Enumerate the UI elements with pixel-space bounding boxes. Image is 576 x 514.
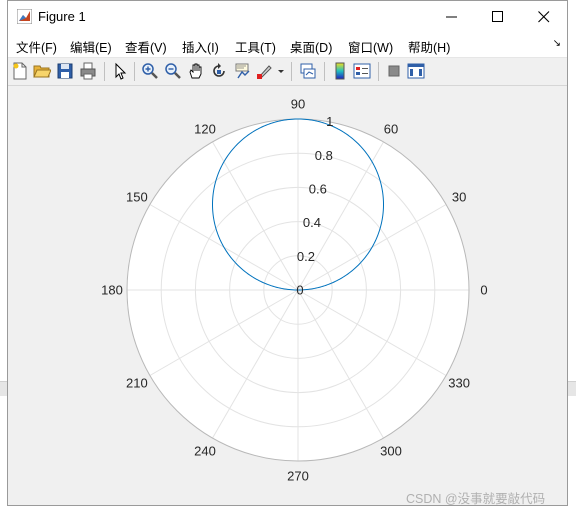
- close-icon: [538, 11, 550, 23]
- dropdown-arrow-icon[interactable]: [276, 62, 286, 80]
- pan-icon[interactable]: [187, 62, 205, 80]
- window-title: Figure 1: [38, 9, 86, 24]
- legend-icon[interactable]: [353, 62, 371, 80]
- save-icon[interactable]: [56, 62, 74, 80]
- theta-tick-label: 60: [384, 121, 398, 136]
- theta-tick-label: 300: [380, 444, 402, 459]
- r-tick-label: 0: [296, 283, 303, 298]
- matlab-logo-icon: [17, 9, 32, 24]
- pointer-icon[interactable]: [111, 62, 129, 80]
- toolbar-separator: [291, 62, 292, 81]
- maximize-icon: [492, 11, 503, 22]
- zoom-out-icon[interactable]: [164, 62, 182, 80]
- theta-tick-label: 210: [126, 376, 148, 391]
- minimize-button[interactable]: [429, 1, 475, 32]
- data-cursor-icon[interactable]: [233, 62, 251, 80]
- hide-plot-tools-icon[interactable]: [385, 62, 403, 80]
- link-plot-icon[interactable]: [299, 62, 317, 80]
- r-tick-label: 0.4: [303, 215, 321, 230]
- menu-bar: 文件(F) 编辑(E) 查看(V) 插入(I) 工具(T) 桌面(D) 窗口(W…: [8, 32, 567, 58]
- maximize-button[interactable]: [475, 1, 521, 32]
- title-bar: Figure 1: [8, 1, 567, 32]
- zoom-in-icon[interactable]: [141, 62, 159, 80]
- toolbar-separator: [104, 62, 105, 81]
- r-tick-label: 0.6: [309, 182, 327, 197]
- theta-tick-label: 120: [194, 121, 216, 136]
- menu-desktop[interactable]: 桌面(D): [290, 37, 332, 56]
- r-tick-label: 0.2: [297, 249, 315, 264]
- theta-tick-label: 0: [480, 283, 487, 298]
- menu-insert[interactable]: 插入(I): [182, 37, 219, 56]
- menu-tools[interactable]: 工具(T): [235, 37, 276, 56]
- colorbar-icon[interactable]: [331, 62, 349, 80]
- r-tick-label: 0.8: [315, 148, 333, 163]
- watermark-text: CSDN @没事就要敲代码: [406, 492, 546, 506]
- dock-arrow-icon[interactable]: ↘: [553, 38, 561, 49]
- menu-view[interactable]: 查看(V): [125, 37, 167, 56]
- menu-help[interactable]: 帮助(H): [408, 37, 450, 56]
- toolbar-separator: [324, 62, 325, 81]
- theta-tick-label: 90: [291, 97, 305, 112]
- theta-tick-label: 330: [448, 376, 470, 391]
- toolbar-separator: [134, 62, 135, 81]
- theta-tick-label: 30: [452, 190, 466, 205]
- toolbar: [8, 58, 567, 86]
- polar-plot[interactable]: 0 30 60 90 120 150 180 210 240 270 300 330 0 0.2 0.4 0.…: [8, 86, 567, 505]
- open-file-icon[interactable]: [33, 62, 51, 80]
- figure-window: Figure 1 文件(F) 编辑(E) 查看(V) 插入(I) 工具(T) 桌…: [7, 0, 568, 506]
- rotate-3d-icon[interactable]: [210, 62, 228, 80]
- close-button[interactable]: [521, 1, 567, 32]
- print-icon[interactable]: [79, 62, 97, 80]
- menu-edit[interactable]: 编辑(E): [70, 37, 112, 56]
- menu-file[interactable]: 文件(F): [16, 37, 57, 56]
- theta-tick-label: 150: [126, 190, 148, 205]
- figure-canvas: 0 30 60 90 120 150 180 210 240 270 300 330 0 0.2 0.4 0.…: [8, 86, 567, 505]
- show-plot-tools-icon[interactable]: [407, 62, 425, 80]
- theta-tick-label: 240: [194, 444, 216, 459]
- brush-icon[interactable]: [256, 62, 274, 80]
- minimize-icon: [446, 16, 457, 18]
- theta-tick-label: 270: [287, 469, 309, 484]
- r-tick-label: 1: [326, 114, 333, 129]
- menu-window[interactable]: 窗口(W): [348, 37, 393, 56]
- theta-tick-label: 180: [101, 283, 123, 298]
- new-figure-icon[interactable]: [11, 62, 29, 80]
- toolbar-separator: [378, 62, 379, 81]
